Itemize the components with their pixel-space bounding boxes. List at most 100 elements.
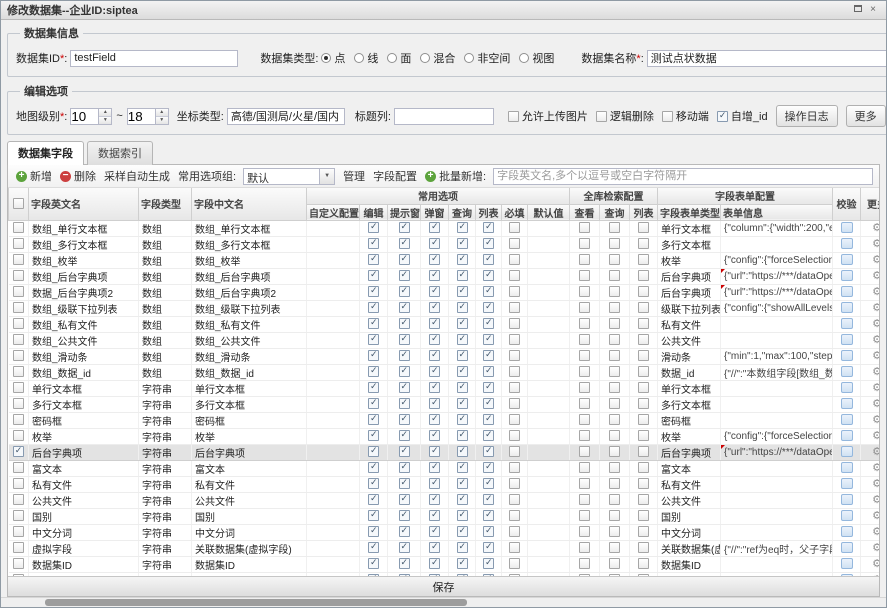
list-checkbox[interactable] — [483, 478, 494, 489]
more-button[interactable]: 更多 — [846, 105, 886, 127]
table-row[interactable]: 数组_公共文件数组数组_公共文件公共文件⚙ — [9, 332, 880, 348]
dataset-name-input[interactable] — [647, 50, 887, 67]
row-select-checkbox[interactable] — [13, 222, 24, 233]
cell-required[interactable] — [502, 252, 528, 268]
dataset-type-option[interactable]: 混合 — [420, 53, 455, 65]
global-query-checkbox[interactable] — [609, 302, 620, 313]
tip-window-checkbox[interactable] — [399, 542, 410, 553]
cell-global-view[interactable] — [570, 396, 600, 412]
required-checkbox[interactable] — [509, 510, 520, 521]
cell-more[interactable]: ⚙ — [861, 556, 879, 572]
edit-checkbox[interactable] — [368, 494, 379, 505]
tip-window-checkbox[interactable] — [399, 446, 410, 457]
cell-required[interactable] — [502, 476, 528, 492]
tab-dataset-fields[interactable]: 数据集字段 — [7, 141, 84, 165]
global-query-checkbox[interactable] — [609, 558, 620, 569]
cell-list[interactable] — [476, 268, 502, 284]
required-checkbox[interactable] — [509, 350, 520, 361]
popup-checkbox[interactable] — [429, 254, 440, 265]
popup-checkbox[interactable] — [429, 382, 440, 393]
required-checkbox[interactable] — [509, 494, 520, 505]
global-query-checkbox[interactable] — [609, 446, 620, 457]
row-select-checkbox[interactable] — [13, 494, 24, 505]
cell-list[interactable] — [476, 540, 502, 556]
row-select-checkbox[interactable] — [13, 350, 24, 361]
cell-global-query[interactable] — [600, 556, 630, 572]
tab-data-index[interactable]: 数据索引 — [87, 141, 153, 165]
cell-edit[interactable] — [360, 380, 388, 396]
cell-popup[interactable] — [421, 236, 449, 252]
required-checkbox[interactable] — [509, 526, 520, 537]
cell-global-view[interactable] — [570, 220, 600, 236]
global-view-checkbox[interactable] — [579, 350, 590, 361]
cell-edit[interactable] — [360, 540, 388, 556]
cell-global-list[interactable] — [630, 524, 658, 540]
tip-window-checkbox[interactable] — [399, 494, 410, 505]
dataset-type-option[interactable]: 非空间 — [464, 53, 510, 65]
validate-button[interactable] — [841, 366, 853, 377]
cell-query[interactable] — [449, 572, 476, 576]
cell-popup[interactable] — [421, 540, 449, 556]
table-row[interactable]: 单行文本框字符串单行文本框单行文本框⚙ — [9, 380, 880, 396]
global-view-checkbox[interactable] — [579, 366, 590, 377]
global-view-checkbox[interactable] — [579, 270, 590, 281]
global-view-checkbox[interactable] — [579, 430, 590, 441]
list-checkbox[interactable] — [483, 318, 494, 329]
radio-icon[interactable] — [321, 53, 331, 63]
cell-global-list[interactable] — [630, 444, 658, 460]
row-select-checkbox[interactable] — [13, 414, 24, 425]
cell-global-list[interactable] — [630, 220, 658, 236]
radio-icon[interactable] — [519, 53, 529, 63]
cell-validate[interactable] — [833, 508, 861, 524]
validate-button[interactable] — [841, 542, 853, 553]
table-row[interactable]: 私有文件字符串私有文件私有文件⚙ — [9, 476, 880, 492]
map-level-min-stepper[interactable]: ▲▼ — [70, 108, 112, 125]
cell-popup[interactable] — [421, 412, 449, 428]
cell-validate[interactable] — [833, 412, 861, 428]
validate-button[interactable] — [841, 526, 853, 537]
cell-validate[interactable] — [833, 556, 861, 572]
validate-button[interactable] — [841, 510, 853, 521]
cell-global-query[interactable] — [600, 396, 630, 412]
restore-icon[interactable] — [852, 3, 866, 17]
cell-popup[interactable] — [421, 220, 449, 236]
row-select-cell[interactable] — [9, 236, 29, 252]
validate-button[interactable] — [841, 462, 853, 473]
global-query-checkbox[interactable] — [609, 350, 620, 361]
checkbox-icon[interactable] — [508, 111, 519, 122]
row-select-checkbox[interactable] — [13, 398, 24, 409]
global-view-checkbox[interactable] — [579, 318, 590, 329]
cell-global-list[interactable] — [630, 556, 658, 572]
cell-edit[interactable] — [360, 220, 388, 236]
query-checkbox[interactable] — [457, 510, 468, 521]
cell-tip-window[interactable] — [388, 252, 421, 268]
cell-tip-window[interactable] — [388, 428, 421, 444]
query-checkbox[interactable] — [457, 478, 468, 489]
gear-icon[interactable]: ⚙ — [872, 334, 879, 346]
cell-list[interactable] — [476, 316, 502, 332]
tip-window-checkbox[interactable] — [399, 526, 410, 537]
global-query-checkbox[interactable] — [609, 382, 620, 393]
table-row[interactable]: 限制为数字的文本框数字数字_限制为数字的文本框限制为数字的...⚙ — [9, 572, 880, 576]
validate-button[interactable] — [841, 334, 853, 345]
cell-tip-window[interactable] — [388, 364, 421, 380]
edit-checkbox[interactable] — [368, 366, 379, 377]
list-checkbox[interactable] — [483, 222, 494, 233]
popup-checkbox[interactable] — [429, 318, 440, 329]
cell-edit[interactable] — [360, 524, 388, 540]
cell-global-query[interactable] — [600, 460, 630, 476]
cell-more[interactable]: ⚙ — [861, 508, 879, 524]
tip-window-checkbox[interactable] — [399, 222, 410, 233]
cell-global-query[interactable] — [600, 300, 630, 316]
popup-checkbox[interactable] — [429, 526, 440, 537]
table-row[interactable]: 数组_单行文本框数组数组_单行文本框单行文本框{"column":{"width… — [9, 220, 880, 236]
cell-list[interactable] — [476, 444, 502, 460]
cell-tip-window[interactable] — [388, 316, 421, 332]
global-query-checkbox[interactable] — [609, 414, 620, 425]
cell-tip-window[interactable] — [388, 460, 421, 476]
row-select-checkbox[interactable] — [13, 318, 24, 329]
cell-edit[interactable] — [360, 396, 388, 412]
global-view-checkbox[interactable] — [579, 574, 590, 576]
edit-option-checkbox-item[interactable]: 自增_id — [717, 111, 768, 123]
map-level-max-input[interactable] — [128, 109, 155, 124]
